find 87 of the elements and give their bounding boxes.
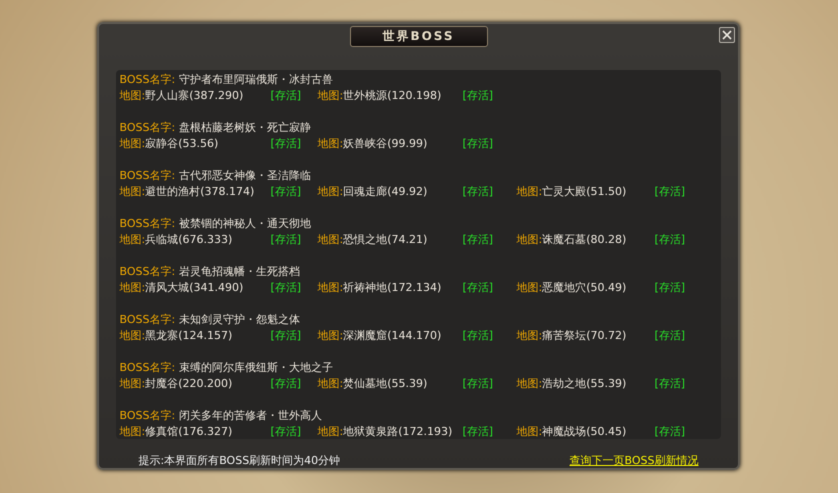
boss-name-label: BOSS名字: — [120, 216, 176, 232]
map-name: 寂静谷(53.56) — [145, 136, 218, 152]
map-name: 封魔谷(220.200) — [145, 376, 232, 392]
close-icon — [722, 30, 732, 40]
map-name: 野人山寨(387.290) — [145, 88, 244, 104]
map-label: 地图: — [120, 280, 146, 296]
hint-text: 提示:本界面所有BOSS刷新时间为40分钟 — [138, 453, 340, 468]
map-label: 地图: — [516, 184, 542, 200]
status-text: [存活] — [654, 184, 686, 200]
map-label: 地图: — [120, 184, 146, 200]
map-name: 痛苦祭坛(70.72) — [542, 328, 626, 344]
map-label: 地图: — [516, 232, 542, 248]
map-label: 地图: — [516, 280, 542, 296]
map-label: 地图: — [318, 88, 344, 104]
status-text: [存活] — [270, 184, 302, 200]
map-label: 地图: — [120, 328, 146, 344]
boss-name-label: BOSS名字: — [120, 360, 176, 376]
map-label: 地图: — [120, 136, 146, 152]
map-label: 地图: — [516, 328, 542, 344]
map-label: 地图: — [120, 88, 146, 104]
boss-name-label: BOSS名字: — [120, 168, 176, 184]
map-label: 地图: — [318, 424, 344, 440]
map-label: 地图: — [318, 376, 344, 392]
map-label: 地图: — [516, 424, 542, 440]
map-label: 地图: — [318, 184, 344, 200]
status-text: [存活] — [270, 376, 302, 392]
map-label: 地图: — [318, 136, 344, 152]
status-text: [存活] — [462, 328, 494, 344]
status-text: [存活] — [270, 136, 302, 152]
boss-name-label: BOSS名字: — [120, 120, 176, 136]
map-name: 地狱黄泉路(172.193) — [343, 424, 452, 440]
map-label: 地图: — [318, 328, 344, 344]
window-title: 世界BOSS — [350, 26, 488, 47]
status-text: [存活] — [270, 232, 302, 248]
map-name: 祈祷神地(172.134) — [343, 280, 442, 296]
map-name: 避世的渔村(378.174) — [145, 184, 254, 200]
map-name: 焚仙墓地(55.39) — [343, 376, 428, 392]
boss-name: 闭关多年的苦修者・世外高人 — [179, 408, 322, 424]
boss-name: 盘根枯藤老树妖・死亡寂静 — [179, 120, 312, 136]
map-name: 浩劫之地(55.39) — [542, 376, 626, 392]
boss-name-label: BOSS名字: — [120, 72, 176, 88]
status-text: [存活] — [270, 424, 302, 440]
boss-name: 古代邪恶女神像・圣洁降临 — [179, 168, 312, 184]
map-label: 地图: — [120, 376, 146, 392]
status-text: [存活] — [654, 376, 686, 392]
map-name: 恐惧之地(74.21) — [343, 232, 428, 248]
map-label: 地图: — [120, 424, 146, 440]
map-label: 地图: — [318, 232, 344, 248]
map-name: 恶魔地穴(50.49) — [542, 280, 626, 296]
boss-name: 守护者布里阿瑞俄斯・冰封古兽 — [179, 72, 334, 88]
status-text: [存活] — [270, 280, 302, 296]
status-text: [存活] — [654, 424, 686, 440]
boss-name: 未知剑灵守护・怨魁之体 — [179, 312, 300, 328]
map-name: 世外桃源(120.198) — [343, 88, 442, 104]
status-text: [存活] — [462, 88, 494, 104]
boss-name-label: BOSS名字: — [120, 264, 176, 280]
map-name: 黑龙寨(124.157) — [145, 328, 232, 344]
status-text: [存活] — [462, 184, 494, 200]
map-name: 清风大城(341.490) — [145, 280, 244, 296]
boss-name-label: BOSS名字: — [120, 312, 176, 328]
map-name: 修真馆(176.327) — [145, 424, 232, 440]
map-name: 深渊魔窟(144.170) — [343, 328, 442, 344]
status-text: [存活] — [462, 280, 494, 296]
map-name: 神魔战场(50.45) — [542, 424, 626, 440]
map-name: 回魂走廊(49.92) — [343, 184, 428, 200]
map-name: 妖兽峡谷(99.99) — [343, 136, 428, 152]
map-name: 兵临城(676.333) — [145, 232, 232, 248]
status-text: [存活] — [462, 376, 494, 392]
status-text: [存活] — [654, 280, 686, 296]
status-text: [存活] — [462, 232, 494, 248]
status-text: [存活] — [270, 88, 302, 104]
next-page-link[interactable]: 查询下一页BOSS刷新情况 — [570, 453, 698, 468]
status-text: [存活] — [654, 328, 686, 344]
boss-name-label: BOSS名字: — [120, 408, 176, 424]
status-text: [存活] — [270, 328, 302, 344]
map-label: 地图: — [516, 376, 542, 392]
map-label: 地图: — [318, 280, 344, 296]
close-button[interactable] — [719, 27, 735, 43]
map-name: 诛魔石墓(80.28) — [542, 232, 626, 248]
boss-name: 被禁锢的神秘人・通天彻地 — [179, 216, 312, 232]
status-text: [存活] — [462, 424, 494, 440]
status-text: [存活] — [654, 232, 686, 248]
boss-name: 束缚的阿尔库俄纽斯・大地之子 — [179, 360, 334, 376]
map-name: 亡灵大殿(51.50) — [542, 184, 626, 200]
status-text: [存活] — [462, 136, 494, 152]
boss-name: 岩灵龟招魂幡・生死搭档 — [179, 264, 300, 280]
map-label: 地图: — [120, 232, 146, 248]
